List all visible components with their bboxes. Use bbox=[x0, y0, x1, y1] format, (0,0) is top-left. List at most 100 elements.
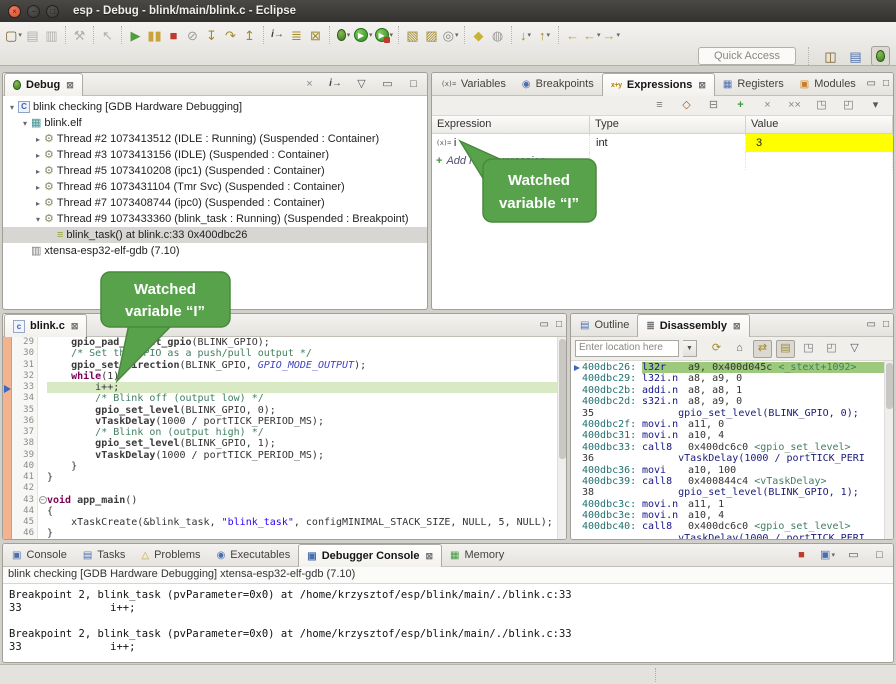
maximize-icon[interactable]: □ bbox=[883, 320, 889, 330]
debug-tree-item[interactable]: ▸⚙Thread #5 1073410208 (ipc1) (Suspended… bbox=[3, 163, 427, 179]
minimize-icon[interactable]: ▭ bbox=[867, 320, 876, 330]
minimize-icon[interactable]: ▭ bbox=[378, 76, 397, 92]
disconnect-icon[interactable]: ⊘ bbox=[183, 25, 202, 45]
show-logical-structure-icon[interactable]: ◇ bbox=[677, 98, 696, 114]
fold-marker-icon[interactable]: − bbox=[38, 495, 47, 506]
show-debug-elements-icon[interactable]: ≣ bbox=[287, 25, 306, 45]
console-tab-problems[interactable]: △Problems bbox=[133, 544, 208, 566]
debug-perspective-button[interactable] bbox=[871, 46, 890, 66]
expression-row[interactable]: (x)= iint3 bbox=[432, 134, 893, 152]
console-tab-executables[interactable]: ◉Executables bbox=[209, 544, 299, 566]
open-element-icon[interactable]: ◍ bbox=[488, 25, 507, 45]
sync-active-context-icon[interactable]: ⇄ bbox=[753, 340, 772, 358]
remove-all-terminated-icon[interactable]: × bbox=[300, 76, 319, 92]
debug-tree-item[interactable]: ▸⚙Thread #2 1073413512 (IDLE : Running) … bbox=[3, 131, 427, 147]
back-icon[interactable]: ←▾ bbox=[582, 25, 602, 45]
expander-icon[interactable]: ▾ bbox=[7, 103, 17, 112]
cpp-perspective-button[interactable]: ▤ bbox=[846, 46, 865, 66]
debug-tree-item[interactable]: ≡blink_task() at blink.c:33 0x400dbc26 bbox=[3, 227, 427, 243]
instruction-stepping-mode-icon[interactable]: i→ bbox=[326, 76, 345, 92]
minimize-icon[interactable]: ▭ bbox=[540, 320, 549, 330]
debug-icon[interactable]: ▾ bbox=[334, 25, 353, 45]
terminate-console-icon[interactable]: ■ bbox=[792, 547, 811, 563]
debug-tree-item[interactable]: ▸⚙Thread #6 1073431104 (Tmr Svc) (Suspen… bbox=[3, 179, 427, 195]
minimize-icon[interactable]: ▭ bbox=[844, 547, 863, 563]
add-expression-row[interactable]: +Add new expression bbox=[432, 152, 893, 170]
instruction-stepping-icon[interactable]: i→ bbox=[268, 25, 287, 45]
maximize-icon[interactable]: □ bbox=[870, 547, 889, 563]
new-view-icon[interactable]: ◳ bbox=[799, 340, 818, 358]
view-menu-icon[interactable]: ▽ bbox=[845, 340, 864, 358]
window-minimize-button[interactable]: − bbox=[27, 5, 40, 18]
tab-blink-c[interactable]: c blink.c ⊠ bbox=[4, 314, 87, 337]
save-icon[interactable]: ▤ bbox=[23, 25, 42, 45]
window-maximize-button[interactable]: □ bbox=[46, 5, 59, 18]
resume-icon[interactable]: ▶ bbox=[126, 25, 145, 45]
new-project-icon[interactable]: ▧ bbox=[403, 25, 422, 45]
expander-icon[interactable]: ▾ bbox=[33, 215, 43, 224]
console-tab-memory[interactable]: ▦Memory bbox=[442, 544, 512, 566]
show-type-names-icon[interactable]: ≡ bbox=[650, 98, 669, 114]
new-wizard-icon[interactable]: ▢▾ bbox=[4, 25, 23, 45]
editor-scrollbar[interactable] bbox=[557, 337, 566, 539]
column-header-type[interactable]: Type bbox=[590, 116, 746, 133]
expressions-tab-expressions[interactable]: x+yExpressions⊠ bbox=[602, 73, 715, 96]
console-tab-debugger-console[interactable]: ▣Debugger Console⊠ bbox=[298, 544, 442, 567]
save-all-icon[interactable]: ▥ bbox=[42, 25, 61, 45]
add-expression-icon[interactable]: + bbox=[731, 98, 750, 114]
expressions-tab-registers[interactable]: ▦Registers bbox=[715, 73, 792, 95]
close-icon[interactable]: ⊠ bbox=[71, 321, 79, 332]
select-cursor-icon[interactable]: ↖ bbox=[98, 25, 117, 45]
expander-icon[interactable]: ▸ bbox=[33, 199, 43, 208]
debug-tree-item[interactable]: ▾Cblink checking [GDB Hardware Debugging… bbox=[3, 99, 427, 115]
console-tab-tasks[interactable]: ▤Tasks bbox=[75, 544, 134, 566]
step-over-icon[interactable]: ↷ bbox=[221, 25, 240, 45]
editor-annotation-ruler[interactable] bbox=[3, 337, 12, 539]
forward-icon[interactable]: →▾ bbox=[602, 25, 622, 45]
column-header-value[interactable]: Value bbox=[746, 116, 893, 133]
expander-icon[interactable]: ▸ bbox=[33, 167, 43, 176]
close-icon[interactable]: ⊠ bbox=[66, 80, 74, 91]
refresh-icon[interactable]: ⟳ bbox=[707, 340, 726, 358]
location-dropdown-icon[interactable]: ▼ bbox=[683, 340, 697, 357]
disassembly-tab-outline[interactable]: ▤Outline bbox=[572, 314, 637, 336]
step-into-icon[interactable]: ↧ bbox=[202, 25, 221, 45]
debug-tree-item[interactable]: ▸⚙Thread #7 1073408744 (ipc0) (Suspended… bbox=[3, 195, 427, 211]
close-icon[interactable]: ⊠ bbox=[733, 321, 741, 332]
disassembly-scrollbar[interactable] bbox=[884, 361, 893, 539]
next-annotation-icon[interactable]: ↓▾ bbox=[516, 25, 535, 45]
previous-annotation-icon[interactable]: ↑▾ bbox=[535, 25, 554, 45]
expander-icon[interactable]: ▸ bbox=[33, 135, 43, 144]
disassembly-listing[interactable]: 400dbc26:l32ra9, 0x400d045c <_stext+1092… bbox=[571, 361, 893, 539]
dropdown-arrow-icon[interactable]: ▾ bbox=[528, 31, 532, 39]
dropdown-arrow-icon[interactable]: ▾ bbox=[597, 31, 601, 39]
pin-view-icon[interactable]: ◰ bbox=[822, 340, 841, 358]
debug-tree-item[interactable]: ▾▦blink.elf bbox=[3, 115, 427, 131]
dropdown-arrow-icon[interactable]: ▾ bbox=[547, 31, 551, 39]
last-edit-location-icon[interactable]: ← bbox=[563, 25, 582, 45]
maximize-icon[interactable]: □ bbox=[883, 79, 889, 89]
show-source-icon[interactable]: ▤ bbox=[776, 340, 795, 358]
maximize-icon[interactable]: □ bbox=[404, 76, 423, 92]
console-output[interactable]: Breakpoint 2, blink_task (pvParameter=0x… bbox=[3, 584, 893, 659]
close-icon[interactable]: ⊠ bbox=[698, 80, 706, 91]
disassembly-tab-disassembly[interactable]: ≣Disassembly⊠ bbox=[637, 314, 749, 337]
display-selected-console-icon[interactable]: ▣▾ bbox=[818, 547, 837, 563]
tab-debug[interactable]: Debug ⊠ bbox=[4, 73, 83, 96]
external-tools-icon[interactable]: ▶▾ bbox=[374, 25, 395, 45]
pin-view-icon[interactable]: ◰ bbox=[839, 98, 858, 114]
dropdown-arrow-icon[interactable]: ▾ bbox=[455, 31, 459, 39]
mark-occurrences-icon[interactable]: ◆ bbox=[469, 25, 488, 45]
expander-icon[interactable]: ▸ bbox=[33, 151, 43, 160]
run-icon[interactable]: ▶▾ bbox=[353, 25, 374, 45]
dropdown-arrow-icon[interactable]: ▾ bbox=[347, 31, 351, 39]
search-icon[interactable]: ◎▾ bbox=[441, 25, 460, 45]
code-editor[interactable]: 29 gpio_pad_select_gpio(BLINK_GPIO);30 /… bbox=[3, 337, 566, 539]
quick-access-button[interactable]: Quick Access bbox=[698, 47, 796, 65]
view-menu-icon[interactable]: ▽ bbox=[352, 76, 371, 92]
debug-tree-item[interactable]: ▾⚙Thread #9 1073433360 (blink_task : Run… bbox=[3, 211, 427, 227]
remove-expression-icon[interactable]: × bbox=[758, 98, 777, 114]
expressions-tab-variables[interactable]: (x)=Variables bbox=[433, 73, 514, 95]
open-folder-icon[interactable]: ▨ bbox=[422, 25, 441, 45]
debug-tree-item[interactable]: ▸⚙Thread #3 1073413156 (IDLE) (Suspended… bbox=[3, 147, 427, 163]
